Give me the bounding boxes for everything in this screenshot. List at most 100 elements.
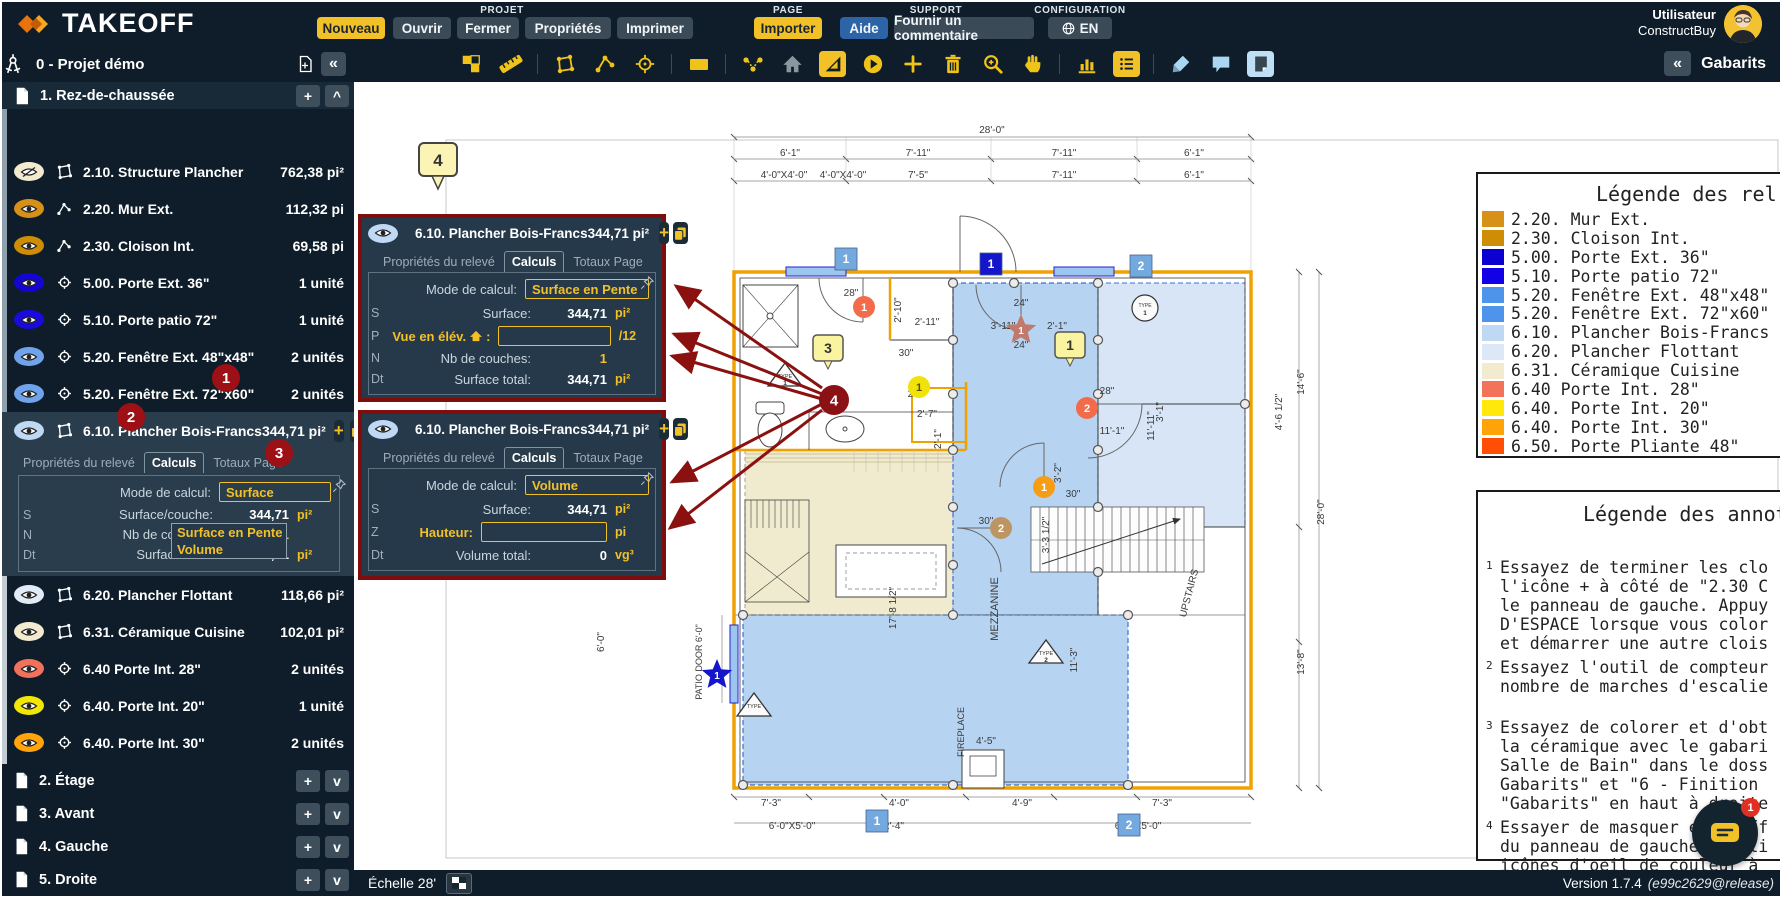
add-button[interactable]: +	[659, 418, 669, 440]
page-group-rez-de-chaussee[interactable]: 1. Rez-de-chaussée + ^	[2, 82, 354, 109]
tab-totaux[interactable]: Totaux Page	[566, 448, 650, 468]
circle-marker[interactable]: 1	[908, 376, 930, 398]
pin-icon[interactable]	[640, 275, 655, 290]
circle-marker[interactable]: 1	[853, 296, 875, 318]
circle-marker[interactable]: 2	[990, 517, 1012, 539]
eye-icon[interactable]	[14, 585, 44, 604]
tab-calculs[interactable]: Calculs	[504, 447, 564, 468]
collapse-sidebar-button[interactable]: «	[321, 52, 346, 76]
importer-button[interactable]: Importer	[754, 17, 822, 39]
eye-icon[interactable]	[14, 236, 44, 255]
eye-icon[interactable]	[14, 384, 44, 403]
pattern-icon[interactable]	[457, 51, 484, 77]
propri-t-s-button[interactable]: Propriétés	[525, 17, 611, 39]
big-circle-marker[interactable]: 4	[819, 385, 849, 415]
add-takeoff-button[interactable]: +	[296, 770, 320, 792]
eye-icon[interactable]	[14, 733, 44, 752]
eye-icon[interactable]	[14, 347, 44, 366]
visibility-eye-icon[interactable]	[368, 420, 398, 439]
page-group-3-avant[interactable]: 3. Avant + v	[2, 797, 354, 830]
en-button[interactable]: EN	[1048, 17, 1112, 39]
mode-calcul-select[interactable]: Surface en Pente	[525, 279, 649, 299]
eye-icon[interactable]	[14, 622, 44, 641]
type-circ-marker[interactable]: TYPE1	[1132, 295, 1158, 321]
page-group-2-tage[interactable]: 2. Étage + v	[2, 764, 354, 797]
visibility-eye-icon[interactable]	[368, 224, 398, 243]
takeoff-item-5-10-porte-patio-72[interactable]: 5.10. Porte patio 72"1 unité	[2, 301, 354, 338]
nouveau-button[interactable]: Nouveau	[317, 17, 385, 39]
tab-calculs[interactable]: Calculs	[504, 251, 564, 272]
ouvrir-button[interactable]: Ouvrir	[393, 17, 451, 39]
takeoff-item-5-20-fen-tre-ext-72-x60[interactable]: 5.20. Fenêtre Ext. 72"x60"2 unités	[2, 375, 354, 412]
hauteur-input[interactable]	[481, 522, 607, 542]
takeoff-item-5-20-fen-tre-ext-48-x48[interactable]: 5.20. Fenêtre Ext. 48"x48"2 unités	[2, 338, 354, 375]
takeoff-item-5-00-porte-ext-36[interactable]: 5.00. Porte Ext. 36"1 unité	[2, 264, 354, 301]
chat-widget[interactable]: 1	[1692, 800, 1758, 866]
takeoff-item-2-10-structure-plancher[interactable]: 2.10. Structure Plancher762,38 pi²	[2, 153, 354, 190]
circle-marker[interactable]: 1	[1033, 476, 1055, 498]
setsquare-icon[interactable]	[819, 51, 846, 77]
expand-group-button[interactable]: v	[325, 869, 349, 891]
tab-proprietes[interactable]: Propriétés du relevé	[376, 252, 502, 272]
measure-icon[interactable]	[497, 51, 524, 77]
square-marker[interactable]: 2	[1118, 814, 1140, 836]
circle-marker[interactable]: 2	[1076, 397, 1098, 419]
home-icon[interactable]	[779, 51, 806, 77]
pan-icon[interactable]	[1019, 51, 1046, 77]
tab-proprietes[interactable]: Propriétés du relevé	[16, 453, 142, 473]
takeoff-item-6-40-porte-int-28[interactable]: 6.40 Porte Int. 28"2 unités	[2, 650, 354, 687]
option-surface-en-pente[interactable]: Surface en Pente	[172, 524, 286, 541]
takeoff-item-6-40-porte-int-20[interactable]: 6.40. Porte Int. 20"1 unité	[2, 687, 354, 724]
new-page-button[interactable]	[292, 52, 317, 76]
nodes-tool-icon[interactable]	[739, 51, 766, 77]
eye-icon[interactable]	[14, 199, 44, 218]
fournir-un-commentaire-button[interactable]: Fournir un commentaire	[894, 17, 1034, 39]
add-takeoff-button[interactable]: +	[296, 803, 320, 825]
duplicate-button[interactable]	[673, 222, 688, 244]
option-volume[interactable]: Volume	[172, 541, 286, 558]
imprimer-button[interactable]: Imprimer	[617, 17, 693, 39]
add-takeoff-button[interactable]: +	[296, 869, 320, 891]
aide-button[interactable]: Aide	[840, 17, 888, 39]
add-takeoff-button[interactable]: +	[296, 836, 320, 858]
play-icon[interactable]	[859, 51, 886, 77]
square-marker[interactable]: 1	[980, 253, 1002, 275]
pin-icon[interactable]	[332, 478, 347, 493]
takeoff-item-6-10-plancher-bois-francs[interactable]: 6.10. Plancher Bois-Francs344,71 pi²+	[2, 412, 354, 449]
page-group-4-gauche[interactable]: 4. Gauche + v	[2, 830, 354, 863]
takeoff-item-2-30-cloison-int[interactable]: 2.30. Cloison Int.69,58 pi	[2, 227, 354, 264]
add-button[interactable]: +	[659, 222, 669, 244]
pente-input[interactable]	[498, 326, 610, 346]
square-marker[interactable]: 2	[1130, 255, 1152, 277]
collapse-group-button[interactable]: ^	[325, 85, 349, 107]
rectangle-tool-icon[interactable]	[685, 51, 712, 77]
pin-icon[interactable]	[640, 471, 655, 486]
eye-icon[interactable]	[14, 659, 44, 678]
eye-icon[interactable]	[14, 421, 44, 440]
polygon-tool-icon[interactable]	[551, 51, 578, 77]
count-tool-icon[interactable]	[631, 51, 658, 77]
page-group-5-droite[interactable]: 5. Droite + v	[2, 863, 354, 896]
takeoff-item-6-20-plancher-flottant[interactable]: 6.20. Plancher Flottant118,66 pi²	[2, 576, 354, 613]
highlighter-icon[interactable]	[1167, 51, 1194, 77]
tab-calculs[interactable]: Calculs	[144, 452, 204, 473]
eye-icon[interactable]	[14, 310, 44, 329]
scale-pattern-button[interactable]	[446, 873, 472, 894]
comment-icon[interactable]	[1207, 51, 1234, 77]
takeoff-item-2-20-mur-ext[interactable]: 2.20. Mur Ext.112,32 pi	[2, 190, 354, 227]
eye-icon[interactable]	[14, 273, 44, 292]
eye-icon[interactable]	[14, 696, 44, 715]
avatar[interactable]	[1724, 5, 1762, 43]
eye-off-icon[interactable]	[14, 162, 44, 181]
drawing-canvas[interactable]: 28'-0"6'-1"7'-11"7'-11"6'-1"4'-0"X4'-0"4…	[354, 82, 1780, 870]
mode-calcul-select[interactable]: Surface	[219, 482, 331, 502]
takeoff-item-6-31-c-ramique-cuisine[interactable]: 6.31. Céramique Cuisine102,01 pi²	[2, 613, 354, 650]
square-marker[interactable]: 1	[835, 248, 857, 270]
add-takeoff-button[interactable]: +	[296, 85, 320, 107]
tab-proprietes[interactable]: Propriétés du relevé	[376, 448, 502, 468]
add-takeoff-button[interactable]: +	[334, 420, 344, 442]
fermer-button[interactable]: Fermer	[457, 17, 519, 39]
takeoff-list-icon[interactable]	[1113, 51, 1140, 77]
expand-group-button[interactable]: v	[325, 770, 349, 792]
chart-icon[interactable]	[1073, 51, 1100, 77]
